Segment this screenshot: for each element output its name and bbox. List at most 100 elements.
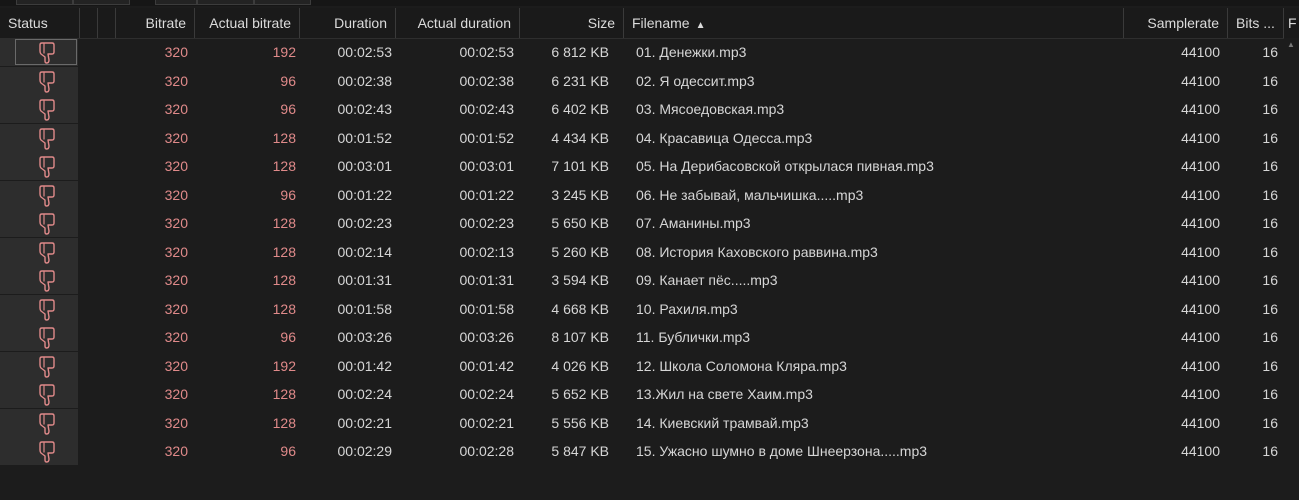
filename-cell: 04. Красавица Одесса.mp3 bbox=[636, 129, 813, 146]
filename-cell: 15. Ужасно шумно в доме Шнеерзона.....mp… bbox=[636, 443, 928, 459]
scroll-up-icon[interactable]: ▲ bbox=[1286, 40, 1296, 50]
duration-cell: 00:03:01 bbox=[337, 158, 393, 174]
column-header-actual-bitrate[interactable]: Actual bitrate bbox=[195, 8, 300, 38]
column-header-label: Filename bbox=[632, 15, 690, 31]
samplerate-cell: 44100 bbox=[1181, 215, 1220, 231]
samplerate-cell: 44100 bbox=[1181, 329, 1220, 345]
bitrate-cell: 320 bbox=[164, 386, 188, 402]
table-row[interactable]: 320 128 00:02:14 00:02:13 5 260 KB 08. Истори… bbox=[0, 237, 1299, 266]
thumbs-down-icon bbox=[37, 326, 59, 350]
thumbs-down-icon bbox=[37, 355, 59, 379]
actual-duration-cell: 00:01:42 bbox=[459, 357, 515, 374]
thumbs-down-icon bbox=[37, 412, 59, 436]
bitrate-cell: 320 bbox=[164, 129, 188, 146]
column-header-bits[interactable]: Bits ... bbox=[1228, 8, 1284, 38]
bits-cell: 16 bbox=[1262, 158, 1278, 174]
status-cell bbox=[0, 95, 78, 123]
actual-duration-cell: 00:02:43 bbox=[459, 101, 515, 117]
actual-bitrate-cell: 96 bbox=[280, 186, 296, 203]
filename-cell: 10. Рахиля.mp3 bbox=[636, 300, 738, 317]
filename-cell: 13.Жил на свете Хаим.mp3 bbox=[636, 386, 813, 402]
bitrate-cell: 320 bbox=[164, 186, 188, 203]
actual-duration-cell: 00:02:21 bbox=[459, 414, 515, 431]
bits-cell: 16 bbox=[1262, 44, 1278, 60]
status-cell bbox=[0, 266, 78, 294]
status-cell bbox=[0, 209, 78, 237]
table-row[interactable]: 320 96 00:02:43 00:02:43 6 402 KB 03. Мясоедо… bbox=[0, 95, 1299, 123]
table-row[interactable]: 320 96 00:02:38 00:02:38 6 231 KB 02. Я одесс… bbox=[0, 66, 1299, 95]
samplerate-cell: 44100 bbox=[1181, 357, 1220, 374]
size-cell: 5 652 KB bbox=[551, 386, 609, 402]
thumbs-down-icon bbox=[37, 298, 59, 322]
duration-cell: 00:01:52 bbox=[337, 129, 393, 146]
bits-cell: 16 bbox=[1262, 243, 1278, 260]
samplerate-cell: 44100 bbox=[1181, 243, 1220, 260]
table-row[interactable]: 320 128 00:01:58 00:01:58 4 668 KB 10. Рахиля… bbox=[0, 294, 1299, 323]
tab-button[interactable] bbox=[155, 0, 197, 5]
size-cell: 5 847 KB bbox=[551, 443, 609, 459]
column-header-size[interactable]: Size bbox=[520, 8, 624, 38]
bitrate-cell: 320 bbox=[164, 158, 188, 174]
column-header-filename[interactable]: Filename ▲ bbox=[624, 8, 1124, 38]
bits-cell: 16 bbox=[1262, 101, 1278, 117]
samplerate-cell: 44100 bbox=[1181, 101, 1220, 117]
table-row[interactable]: 320 192 00:01:42 00:01:42 4 026 KB 12. Школа … bbox=[0, 351, 1299, 380]
table-row[interactable]: 320 128 00:02:23 00:02:23 5 650 KB 07. Аманин… bbox=[0, 209, 1299, 237]
samplerate-cell: 44100 bbox=[1181, 386, 1220, 402]
filename-cell: 05. На Дерибасовской открылася пивная.mp… bbox=[636, 158, 934, 174]
samplerate-cell: 44100 bbox=[1181, 272, 1220, 288]
column-header-actual-duration[interactable]: Actual duration bbox=[396, 8, 520, 38]
actual-bitrate-cell: 128 bbox=[272, 215, 296, 231]
column-header-label: Bits ... bbox=[1236, 15, 1275, 31]
actual-bitrate-cell: 128 bbox=[272, 129, 296, 146]
column-header-label: Duration bbox=[334, 15, 387, 31]
tab-button[interactable] bbox=[254, 0, 311, 5]
column-header-status[interactable]: Status bbox=[0, 8, 80, 38]
bits-cell: 16 bbox=[1262, 357, 1278, 374]
table-row[interactable]: 320 96 00:02:29 00:02:28 5 847 KB 15. Ужасно … bbox=[0, 437, 1299, 465]
duration-cell: 00:02:29 bbox=[337, 443, 393, 459]
filename-cell: 03. Мясоедовская.mp3 bbox=[636, 101, 785, 117]
size-cell: 6 402 KB bbox=[551, 101, 609, 117]
duration-cell: 00:01:22 bbox=[337, 186, 393, 203]
bits-cell: 16 bbox=[1262, 414, 1278, 431]
samplerate-cell: 44100 bbox=[1181, 300, 1220, 317]
column-header-bitrate[interactable]: Bitrate bbox=[116, 8, 195, 38]
tab-button[interactable] bbox=[197, 0, 254, 5]
bitrate-cell: 320 bbox=[164, 243, 188, 260]
status-cell bbox=[0, 294, 78, 323]
bits-cell: 16 bbox=[1262, 186, 1278, 203]
column-header-label: F bbox=[1288, 15, 1297, 31]
vertical-scrollbar[interactable]: ▲ bbox=[1284, 38, 1299, 468]
tab-button[interactable] bbox=[73, 0, 130, 5]
table-row[interactable]: 320 96 00:03:26 00:03:26 8 107 KB 11. Бубличк… bbox=[0, 323, 1299, 351]
table-row[interactable]: 320 192 00:02:53 00:02:53 6 812 KB 01. Денежк… bbox=[0, 38, 1299, 66]
column-header-blank[interactable] bbox=[80, 8, 98, 38]
filename-cell: 07. Аманины.mp3 bbox=[636, 215, 751, 231]
duration-cell: 00:01:58 bbox=[337, 300, 393, 317]
status-cell bbox=[0, 437, 78, 465]
column-header-duration[interactable]: Duration bbox=[300, 8, 396, 38]
actual-duration-cell: 00:02:28 bbox=[459, 443, 515, 459]
filename-cell: 09. Канает пёс.....mp3 bbox=[636, 272, 778, 288]
status-cell bbox=[0, 408, 78, 437]
filename-cell: 02. Я одессит.mp3 bbox=[636, 72, 755, 89]
table-row[interactable]: 320 96 00:01:22 00:01:22 3 245 KB 06. Не забы… bbox=[0, 180, 1299, 209]
tab-button[interactable] bbox=[16, 0, 73, 5]
column-header-samplerate[interactable]: Samplerate bbox=[1124, 8, 1228, 38]
column-header-overflow[interactable]: F bbox=[1284, 8, 1299, 38]
table-row[interactable]: 320 128 00:02:21 00:02:21 5 556 KB 14. Киевск… bbox=[0, 408, 1299, 437]
table-row[interactable]: 320 128 00:02:24 00:02:24 5 652 KB 13.Жил на … bbox=[0, 380, 1299, 408]
size-cell: 7 101 KB bbox=[551, 158, 609, 174]
table-row[interactable]: 320 128 00:01:52 00:01:52 4 434 KB 04. Красав… bbox=[0, 123, 1299, 152]
actual-bitrate-cell: 192 bbox=[272, 44, 296, 60]
column-header-blank[interactable] bbox=[98, 8, 116, 38]
table-row[interactable]: 320 128 00:01:31 00:01:31 3 594 KB 09. Канает… bbox=[0, 266, 1299, 294]
thumbs-down-icon bbox=[37, 70, 59, 94]
size-cell: 3 245 KB bbox=[551, 186, 609, 203]
table-row[interactable]: 320 128 00:03:01 00:03:01 7 101 KB 05. На Дер… bbox=[0, 152, 1299, 180]
filename-cell: 12. Школа Соломона Кляра.mp3 bbox=[636, 357, 847, 374]
filename-cell: 08. История Каховского раввина.mp3 bbox=[636, 243, 878, 260]
samplerate-cell: 44100 bbox=[1181, 72, 1220, 89]
actual-bitrate-cell: 192 bbox=[272, 357, 296, 374]
